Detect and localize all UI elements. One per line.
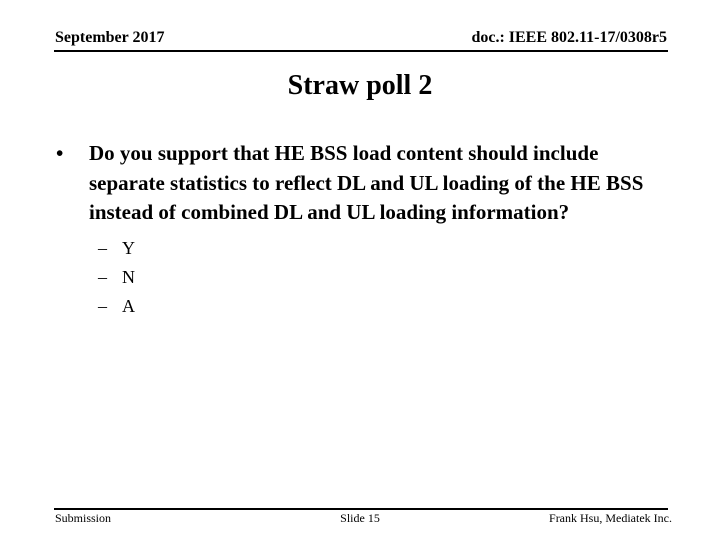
- header-doc-id: doc.: IEEE 802.11-17/0308r5: [471, 29, 667, 46]
- dash-icon: –: [98, 266, 107, 287]
- bullet-item: • Do you support that HE BSS load conten…: [56, 139, 676, 228]
- sub-bullet-text: A: [122, 295, 135, 316]
- sub-bullet-list: – Y – N – A: [98, 234, 676, 321]
- footer-author: Frank Hsu, Mediatek Inc.: [549, 511, 672, 525]
- bullet-list: • Do you support that HE BSS load conten…: [56, 139, 676, 321]
- sub-bullet-text: Y: [122, 237, 135, 258]
- sub-bullet-item: – N: [98, 263, 676, 292]
- sub-bullet-item: – Y: [98, 234, 676, 263]
- dash-icon: –: [98, 237, 107, 258]
- sub-bullet-text: N: [122, 266, 135, 287]
- bullet-icon: •: [56, 141, 64, 165]
- slide-title: Straw poll 2: [287, 70, 433, 101]
- header-divider: [54, 50, 668, 52]
- dash-icon: –: [98, 295, 107, 316]
- bullet-text: Do you support that HE BSS load content …: [89, 141, 644, 224]
- sub-bullet-item: – A: [98, 292, 676, 321]
- footer-divider: [54, 508, 668, 510]
- header-date: September 2017: [55, 29, 165, 46]
